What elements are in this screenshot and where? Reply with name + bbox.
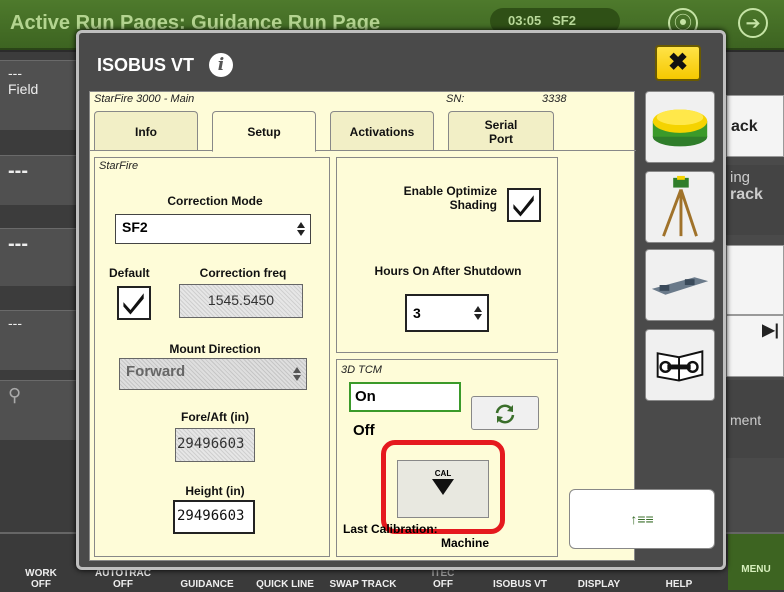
- forward-arrow-icon[interactable]: ➔: [738, 8, 768, 38]
- left-cell-4[interactable]: ---: [0, 310, 80, 370]
- tab-serial-port[interactable]: Serial Port: [448, 111, 554, 151]
- sn-value: 3338: [542, 93, 567, 105]
- vehicle-button[interactable]: [645, 249, 715, 321]
- tripod-button[interactable]: [645, 171, 715, 243]
- correction-freq-label: Correction freq: [199, 266, 287, 280]
- height-field[interactable]: 29496603: [173, 500, 255, 534]
- setup-tab-body: StarFire Correction Mode SF2 Default Cor…: [90, 150, 636, 562]
- default-label: Default: [109, 266, 150, 280]
- left-cell-2[interactable]: ---: [0, 155, 80, 205]
- right-cell-track[interactable]: ack: [726, 95, 784, 157]
- footer-quick-line[interactable]: QUICK LINE: [250, 579, 320, 590]
- updown-arrows-icon: [474, 306, 482, 320]
- correction-mode-select[interactable]: SF2: [115, 214, 311, 244]
- right-cell-ment: ment: [726, 380, 784, 458]
- mount-direction-select: Forward: [119, 358, 307, 390]
- footer-swap-track[interactable]: SWAP TRACK: [326, 579, 400, 590]
- footer-isobus-vt[interactable]: ISOBUS VT: [484, 579, 556, 590]
- dialog-title: ISOBUS VT: [97, 55, 195, 75]
- page-list-button[interactable]: ↑≡≡: [569, 489, 715, 549]
- right-cell-blank[interactable]: [726, 245, 784, 315]
- fore-aft-label: Fore/Aft (in): [181, 410, 249, 424]
- footer-itec[interactable]: ITEC OFF: [408, 568, 478, 590]
- close-button[interactable]: ✖: [655, 45, 701, 81]
- hours-on-value: 3: [413, 305, 421, 321]
- manual-wrench-icon: [656, 350, 704, 382]
- footer-display[interactable]: DISPLAY: [564, 579, 634, 590]
- vehicle-icon: [651, 277, 709, 295]
- hours-on-select[interactable]: 3: [405, 294, 489, 332]
- tcm-on-option[interactable]: On: [349, 382, 461, 412]
- default-checkbox[interactable]: [117, 286, 151, 320]
- correction-mode-value: SF2: [122, 219, 148, 235]
- info-icon[interactable]: i: [209, 53, 233, 77]
- height-label: Height (in): [185, 484, 245, 498]
- correction-freq-field: 1545.5450: [179, 284, 303, 318]
- left-cell-3[interactable]: ---: [0, 228, 80, 286]
- skip-forward-icon[interactable]: ▶|: [726, 315, 784, 377]
- updown-arrows-icon: [297, 222, 305, 236]
- device-name: StarFire 3000 - Main: [94, 93, 195, 105]
- tcm-off-option[interactable]: Off: [353, 422, 375, 439]
- highlight-box: [381, 440, 505, 534]
- optimize-shading-checkbox[interactable]: [507, 188, 541, 222]
- starfire-section-label: StarFire: [99, 160, 139, 172]
- starfire-receiver-button[interactable]: [645, 91, 715, 163]
- footer-autotrac[interactable]: AUTOTRAC OFF: [88, 568, 158, 590]
- hours-on-label: Hours On After Shutdown: [374, 264, 522, 278]
- refresh-icon: [495, 404, 515, 424]
- tripod-icon: [662, 175, 698, 237]
- right-cell-ing: ing rack: [726, 165, 784, 235]
- last-calibration-value: Machine: [441, 536, 490, 550]
- sn-label: SN:: [446, 93, 465, 105]
- device-panel: StarFire 3000 - Main SN: 3338 Info Setup…: [89, 91, 636, 562]
- checkmark-icon: [123, 293, 144, 315]
- mount-direction-label: Mount Direction: [169, 342, 261, 356]
- tab-activations[interactable]: Activations: [330, 111, 434, 151]
- optimize-shading-label: Enable Optimize Shading: [403, 184, 497, 212]
- footer-guidance[interactable]: GUIDANCE: [170, 579, 244, 590]
- tcm-section-label: 3D TCM: [341, 364, 382, 376]
- updown-arrows-icon: [293, 367, 301, 381]
- last-calibration-label: Last Calibration:: [343, 522, 438, 536]
- mount-direction-value: Forward: [126, 363, 186, 380]
- isobus-vt-dialog: ISOBUS VT i ✖ StarFire 3000 - Main SN: 3…: [76, 30, 726, 570]
- tab-setup[interactable]: Setup: [212, 111, 316, 152]
- refresh-button[interactable]: [471, 396, 539, 430]
- fore-aft-field: 29496603: [175, 428, 255, 462]
- checkmark-icon: [513, 195, 534, 217]
- optimize-section: Enable Optimize Shading Hours On After S…: [336, 157, 558, 353]
- footer-menu[interactable]: MENU: [728, 534, 784, 590]
- footer-work[interactable]: WORK OFF: [6, 568, 76, 590]
- correction-mode-label: Correction Mode: [167, 194, 263, 208]
- tcm-section: 3D TCM On Off CAL Last Calibration: Mach…: [336, 359, 558, 557]
- manual-button[interactable]: [645, 329, 715, 401]
- left-cell-field[interactable]: --- Field: [0, 60, 80, 130]
- tab-info[interactable]: Info: [94, 111, 198, 151]
- footer-help[interactable]: HELP: [644, 579, 714, 590]
- starfire-receiver-icon: [652, 109, 708, 147]
- left-cell-5[interactable]: ⚲: [0, 380, 80, 440]
- starfire-section: StarFire Correction Mode SF2 Default Cor…: [94, 157, 330, 557]
